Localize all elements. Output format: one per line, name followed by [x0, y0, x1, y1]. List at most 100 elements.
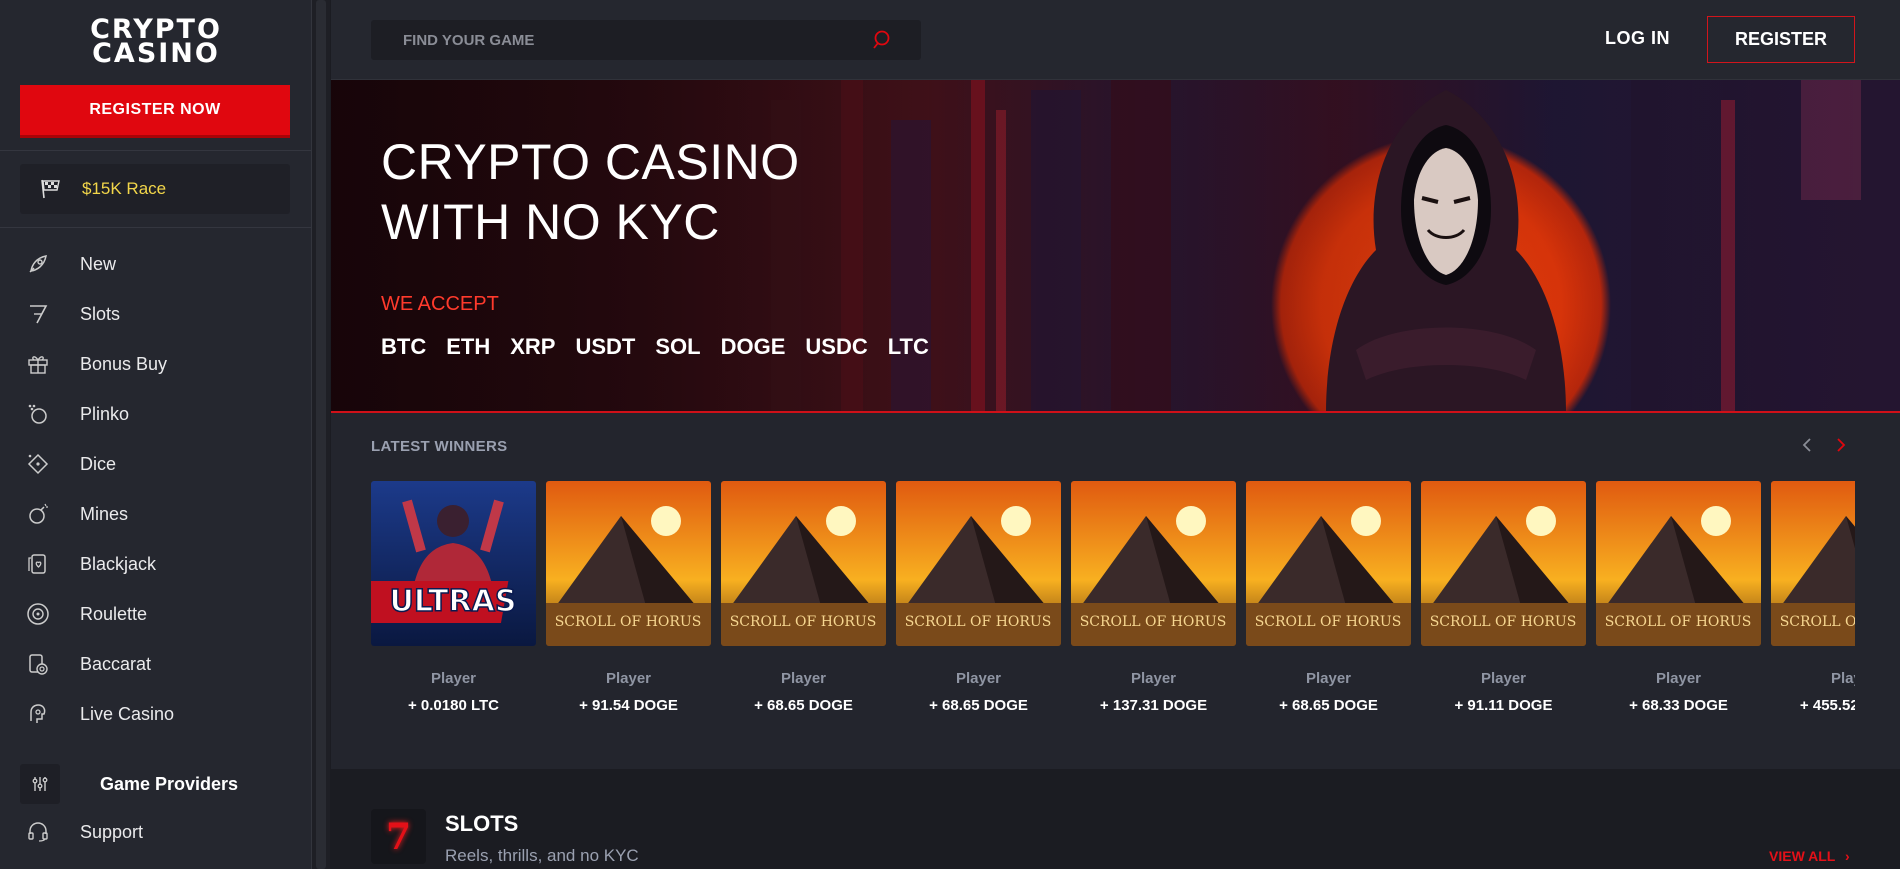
coin-doge: DOGE [720, 334, 786, 359]
coin-usdc: USDC [805, 334, 868, 359]
sidebar-nav: New Slots Bonus Buy Plinko Dice Mines Bl… [0, 239, 311, 739]
winner-player: Player [1480, 670, 1527, 687]
sidebar-item-baccarat[interactable]: Baccarat [0, 639, 311, 689]
chevron-right-icon: › [1845, 848, 1850, 864]
chevron-right-icon[interactable] [1833, 435, 1849, 455]
race-label: $15K Race [82, 179, 167, 198]
register-now-button[interactable]: REGISTER NOW [20, 85, 290, 138]
sidebar-item-label: Roulette [80, 603, 148, 624]
winner-card[interactable]: SCROLL OF HORUS Player + 68.65 DOGE [1246, 481, 1411, 714]
carousel-arrows [1799, 435, 1849, 455]
game-thumbnail[interactable]: SCROLL OF HORUS [1596, 481, 1761, 646]
winners-carousel: ULTRAS Player + 0.0180 LTC SCROLL OF HORUS P… [371, 481, 1855, 741]
sidebar-item-game-providers[interactable]: Game Providers [20, 764, 290, 804]
hero-title: CRYPTO CASINO WITH NO KYC [381, 132, 800, 252]
sidebar-item-live-casino[interactable]: Live Casino [0, 689, 311, 739]
race-link[interactable]: $15K Race [20, 164, 290, 214]
coin-xrp: XRP [510, 334, 556, 359]
support-label: Support [80, 821, 144, 842]
winner-card[interactable]: SCROLL OF HORUS Player + 455.52 DOGE [1771, 481, 1855, 714]
gift-icon [26, 352, 80, 376]
hero-title-line1: CRYPTO CASINO [381, 134, 800, 190]
checkered-flag-icon [20, 178, 82, 200]
winner-amount: + 0.0180 LTC [407, 697, 500, 714]
winner-player: Player [780, 670, 827, 687]
we-accept-label: WE ACCEPT [381, 293, 499, 315]
game-thumbnail[interactable]: SCROLL OF HORUS [1771, 481, 1855, 646]
winner-card[interactable]: SCROLL OF HORUS Player + 68.33 DOGE [1596, 481, 1761, 714]
svg-text:SCROLL OF HORUS: SCROLL OF HORUS [1255, 614, 1402, 630]
slots-subtitle: Reels, thrills, and no KYC [445, 846, 639, 865]
coin-btc: BTC [381, 334, 427, 359]
plinko-icon [26, 402, 80, 426]
top-header: LOG IN REGISTER [331, 0, 1900, 80]
latest-winners-section: LATEST WINNERS ULTRAS Player + 0.0180 LTC S… [331, 413, 1900, 769]
baccarat-icon [26, 652, 80, 676]
sidebar-item-mines[interactable]: Mines [0, 489, 311, 539]
winner-card[interactable]: SCROLL OF HORUS Player + 68.65 DOGE [721, 481, 886, 714]
register-button[interactable]: REGISTER [1707, 16, 1855, 63]
svg-text:SCROLL OF HORUS: SCROLL OF HORUS [555, 614, 702, 630]
winner-amount: + 68.65 DOGE [1279, 697, 1378, 714]
sidebar-item-bonus-buy[interactable]: Bonus Buy [0, 339, 311, 389]
winner-player: Player [430, 670, 477, 687]
roulette-icon [26, 602, 80, 626]
svg-text:SCROLL OF HORUS: SCROLL OF HORUS [730, 614, 877, 630]
sidebar-item-support[interactable]: Support [26, 820, 143, 844]
search-icon[interactable] [871, 29, 893, 51]
game-thumbnail[interactable]: SCROLL OF HORUS [721, 481, 886, 646]
game-thumbnail[interactable]: SCROLL OF HORUS [896, 481, 1061, 646]
svg-text:SCROLL OF HORUS: SCROLL OF HORUS [1780, 614, 1855, 630]
game-providers-label: Game Providers [100, 773, 239, 794]
winner-player: Player [1130, 670, 1177, 687]
coin-eth: ETH [446, 334, 491, 359]
seven-icon [26, 302, 80, 326]
coin-ltc: LTC [887, 334, 929, 359]
svg-text:SCROLL OF HORUS: SCROLL OF HORUS [905, 614, 1052, 630]
sidebar-item-label: New [80, 253, 117, 274]
winner-card[interactable]: SCROLL OF HORUS Player + 137.31 DOGE [1071, 481, 1236, 714]
sidebar-item-roulette[interactable]: Roulette [0, 589, 311, 639]
winner-amount: + 137.31 DOGE [1099, 697, 1208, 714]
sidebar-scrollbar[interactable] [311, 0, 330, 869]
sidebar-item-plinko[interactable]: Plinko [0, 389, 311, 439]
sidebar-item-label: Plinko [80, 403, 130, 424]
sidebar-item-label: Bonus Buy [80, 353, 168, 374]
scrollbar-thumb[interactable] [316, 0, 326, 869]
sidebar-item-new[interactable]: New [0, 239, 311, 289]
hero-banner[interactable]: CRYPTO CASINO WITH NO KYC WE ACCEPT BTC … [331, 80, 1900, 413]
winner-card[interactable]: SCROLL OF HORUS Player + 68.65 DOGE [896, 481, 1061, 714]
search-bar[interactable] [371, 20, 921, 60]
winner-card[interactable]: ULTRAS Player + 0.0180 LTC [371, 481, 536, 714]
winner-player: Player [955, 670, 1002, 687]
svg-text:ULTRAS: ULTRAS [390, 584, 517, 619]
view-all-link[interactable]: VIEW ALL › [1769, 848, 1850, 864]
sidebar-item-blackjack[interactable]: Blackjack [0, 539, 311, 589]
winner-player: Player [1305, 670, 1352, 687]
search-input[interactable] [371, 31, 861, 49]
game-thumbnail[interactable]: SCROLL OF HORUS [1246, 481, 1411, 646]
winner-player: Player [1655, 670, 1702, 687]
view-all-label: VIEW ALL [1769, 848, 1836, 864]
sidebar-divider [0, 227, 311, 228]
coin-usdt: USDT [575, 334, 636, 359]
winner-amount: + 455.52 DOGE [1799, 697, 1855, 714]
winner-amount: + 91.54 DOGE [579, 697, 678, 714]
winner-amount: + 68.33 DOGE [1629, 697, 1728, 714]
winner-player: Player [1830, 670, 1855, 687]
winner-card[interactable]: SCROLL OF HORUS Player + 91.11 DOGE [1421, 481, 1586, 714]
sidebar-item-dice[interactable]: Dice [0, 439, 311, 489]
logo-line2: CASINO [92, 38, 220, 69]
slots-section: 7 SLOTS Reels, thrills, and no KYC VIEW … [331, 769, 1900, 869]
svg-text:SCROLL OF HORUS: SCROLL OF HORUS [1430, 614, 1577, 630]
game-thumbnail[interactable]: SCROLL OF HORUS [546, 481, 711, 646]
game-thumbnail[interactable]: ULTRAS [371, 481, 536, 646]
logo[interactable]: CRYPTO CASINO [88, 16, 224, 69]
winner-card[interactable]: SCROLL OF HORUS Player + 91.54 DOGE [546, 481, 711, 714]
login-link[interactable]: LOG IN [1605, 28, 1670, 49]
sidebar-item-slots[interactable]: Slots [0, 289, 311, 339]
hooded-figure-illustration [1326, 90, 1566, 411]
chevron-left-icon[interactable] [1799, 435, 1815, 455]
game-thumbnail[interactable]: SCROLL OF HORUS [1421, 481, 1586, 646]
game-thumbnail[interactable]: SCROLL OF HORUS [1071, 481, 1236, 646]
